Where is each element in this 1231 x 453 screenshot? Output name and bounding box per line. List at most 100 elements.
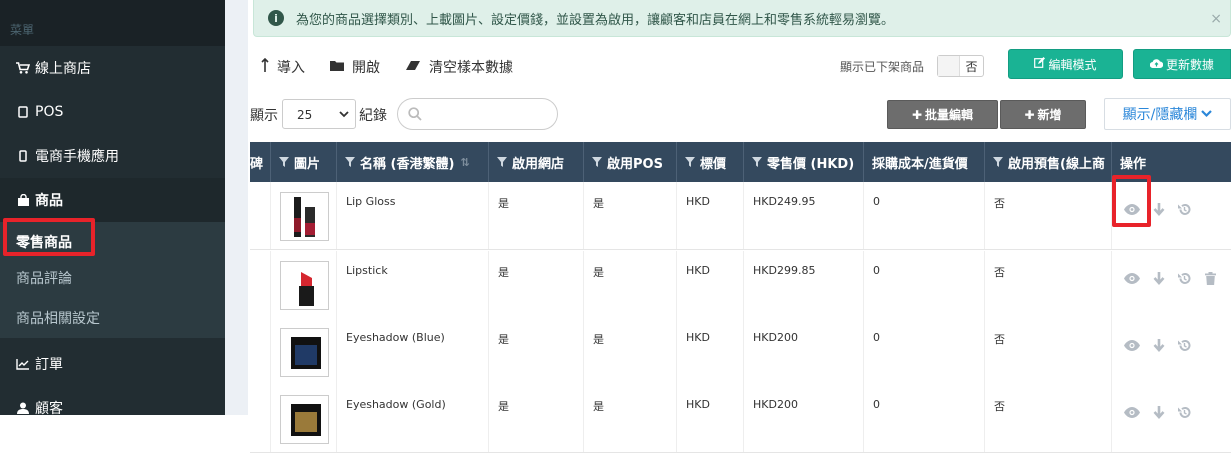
cell-online: 是 [489, 182, 584, 249]
column-header-currency[interactable]: 標價 [677, 142, 744, 182]
sidebar-item-pos[interactable]: POS [0, 90, 225, 134]
cell-cost: 0 [864, 318, 985, 385]
cell-partial [250, 182, 271, 249]
filter-icon [993, 157, 1003, 167]
column-header-online-store[interactable]: 啟用網店 [489, 142, 584, 182]
table-row[interactable]: Eyeshadow (Blue) 是 是 HKD HKD200 0 否 [250, 318, 1231, 386]
table-row[interactable]: Eyeshadow (Gold) 是 是 HKD HKD200 0 否 [250, 385, 1231, 453]
cell-value: 是 [498, 333, 509, 346]
sidebar-item-online-store[interactable]: 線上商店 [0, 46, 225, 90]
sidebar-item-label: 電商手機應用 [35, 149, 119, 165]
table-header: 碑 圖片 名稱 (香港繁體) ⇅ 啟用網店 啟用POS 標價 零售價 (HKD) [250, 142, 1231, 182]
filter-icon [752, 157, 762, 167]
chevron-down-icon [1201, 106, 1213, 122]
close-icon[interactable]: × [1210, 11, 1222, 27]
revert-icon[interactable] [1175, 200, 1193, 218]
filter-icon [345, 157, 355, 167]
download-icon[interactable] [1150, 269, 1168, 287]
alert-text: 為您的商品選擇類別、上載圖片、設定價錢，並設置為啟用，讓顧客和店員在網上和零售系… [296, 12, 895, 28]
column-header-cost[interactable]: 採購成本/進貨價 [864, 142, 985, 182]
eraser-icon [405, 59, 421, 75]
cell-value: 是 [593, 266, 604, 279]
cell-image [271, 318, 337, 385]
cell-value: HKD249.95 [753, 195, 816, 208]
sort-icon[interactable]: ⇅ [460, 156, 469, 169]
product-thumbnail[interactable] [280, 328, 329, 377]
cell-value: Eyeshadow (Blue) [346, 331, 445, 344]
column-header-image[interactable]: 圖片 [271, 142, 337, 182]
cell-value: HKD200 [753, 331, 798, 344]
add-button[interactable]: ✚ 新增 [1000, 100, 1086, 129]
page-size-select[interactable]: 25 [282, 99, 356, 129]
product-thumbnail[interactable] [280, 395, 329, 444]
revert-icon[interactable] [1175, 269, 1193, 287]
column-header-pos[interactable]: 啟用POS [584, 142, 677, 182]
cell-pos: 是 [584, 385, 677, 452]
sidebar-item-orders[interactable]: 訂單 [0, 342, 225, 386]
column-header-actions: 操作 [1112, 142, 1231, 182]
tablet-icon [13, 106, 33, 118]
show-offshelf-toggle[interactable]: 否 [937, 55, 984, 77]
column-header-preorder[interactable]: 啟用預售(線上商 [985, 142, 1112, 182]
cell-price: HKD200 [744, 318, 864, 385]
view-icon[interactable] [1123, 200, 1141, 218]
column-header-name[interactable]: 名稱 (香港繁體) ⇅ [337, 142, 489, 182]
column-header-label: 碑 [250, 156, 264, 172]
cell-value: 是 [593, 197, 604, 210]
sidebar: 菜單 線上商店 POS 電商手機應用 商品 零售商品 商品評論 商品相關設定 訂… [0, 0, 225, 417]
cell-value: 否 [994, 197, 1005, 210]
open-button[interactable]: 開啟 [330, 57, 380, 77]
sidebar-submenu-products: 零售商品 商品評論 商品相關設定 [0, 222, 225, 338]
batch-edit-label: 批量編輯 [925, 108, 974, 122]
cell-value: HKD [686, 264, 710, 277]
add-label: 新增 [1037, 108, 1062, 122]
view-icon[interactable] [1123, 403, 1141, 421]
column-header-label: 操作 [1120, 156, 1147, 172]
batch-edit-button[interactable]: ✚ 批量編輯 [887, 100, 998, 129]
cell-cost: 0 [864, 182, 985, 249]
cell-online: 是 [489, 385, 584, 452]
sidebar-subitem-product-settings[interactable]: 商品相關設定 [0, 298, 225, 338]
view-icon[interactable] [1123, 336, 1141, 354]
sidebar-item-customers[interactable]: 顧客 [0, 386, 225, 430]
revert-icon[interactable] [1175, 336, 1193, 354]
plus-icon: ✚ [1024, 107, 1035, 122]
cell-price: HKD299.85 [744, 251, 864, 318]
main-content: i 為您的商品選擇類別、上載圖片、設定價錢，並設置為啟用，讓顧客和店員在網上和零… [225, 0, 1231, 453]
clear-sample-data-button[interactable]: 清空樣本數據 [405, 57, 513, 77]
cell-partial [250, 318, 271, 385]
cloud-upload-icon [1149, 58, 1164, 71]
open-label: 開啟 [352, 60, 380, 76]
sidebar-subitem-product-reviews[interactable]: 商品評論 [0, 258, 225, 298]
view-icon[interactable] [1123, 269, 1141, 287]
download-icon[interactable] [1150, 336, 1168, 354]
show-hide-columns-label: 顯示/隱藏欄 [1122, 107, 1198, 123]
row-actions [1112, 251, 1231, 318]
sidebar-item-products[interactable]: 商品 [0, 178, 225, 222]
product-thumbnail[interactable] [280, 192, 329, 241]
edit-mode-button[interactable]: 編輯模式 [1008, 49, 1123, 79]
sidebar-item-mobile-app[interactable]: 電商手機應用 [0, 134, 225, 178]
table-row[interactable]: Lip Gloss 是 是 HKD HKD249.95 0 否 [250, 182, 1231, 250]
search-input[interactable] [397, 98, 558, 130]
sidebar-subitem-retail-products[interactable]: 零售商品 [0, 222, 225, 262]
column-header-partial[interactable]: 碑 [250, 142, 271, 182]
row-actions [1112, 318, 1231, 385]
product-thumbnail[interactable] [280, 261, 329, 310]
cell-preorder: 否 [985, 385, 1112, 452]
records-label: 紀錄 [359, 108, 387, 124]
download-icon[interactable] [1150, 403, 1168, 421]
cell-name: Lipstick [337, 251, 489, 318]
show-hide-columns-button[interactable]: 顯示/隱藏欄 [1104, 98, 1231, 130]
revert-icon[interactable] [1175, 403, 1193, 421]
update-data-button[interactable]: 更新數據 [1133, 49, 1231, 79]
table-row[interactable]: Lipstick 是 是 HKD HKD299.85 0 否 [250, 251, 1231, 319]
show-offshelf-label: 顯示已下架商品 [840, 60, 925, 74]
import-button[interactable]: 導入 [261, 57, 305, 77]
cell-pos: 是 [584, 182, 677, 249]
column-header-retail-price[interactable]: 零售價 (HKD) [744, 142, 864, 182]
delete-icon[interactable] [1201, 269, 1219, 287]
sidebar-subitem-label: 商品評論 [16, 271, 72, 287]
cell-value: 是 [498, 197, 509, 210]
download-icon[interactable] [1150, 200, 1168, 218]
